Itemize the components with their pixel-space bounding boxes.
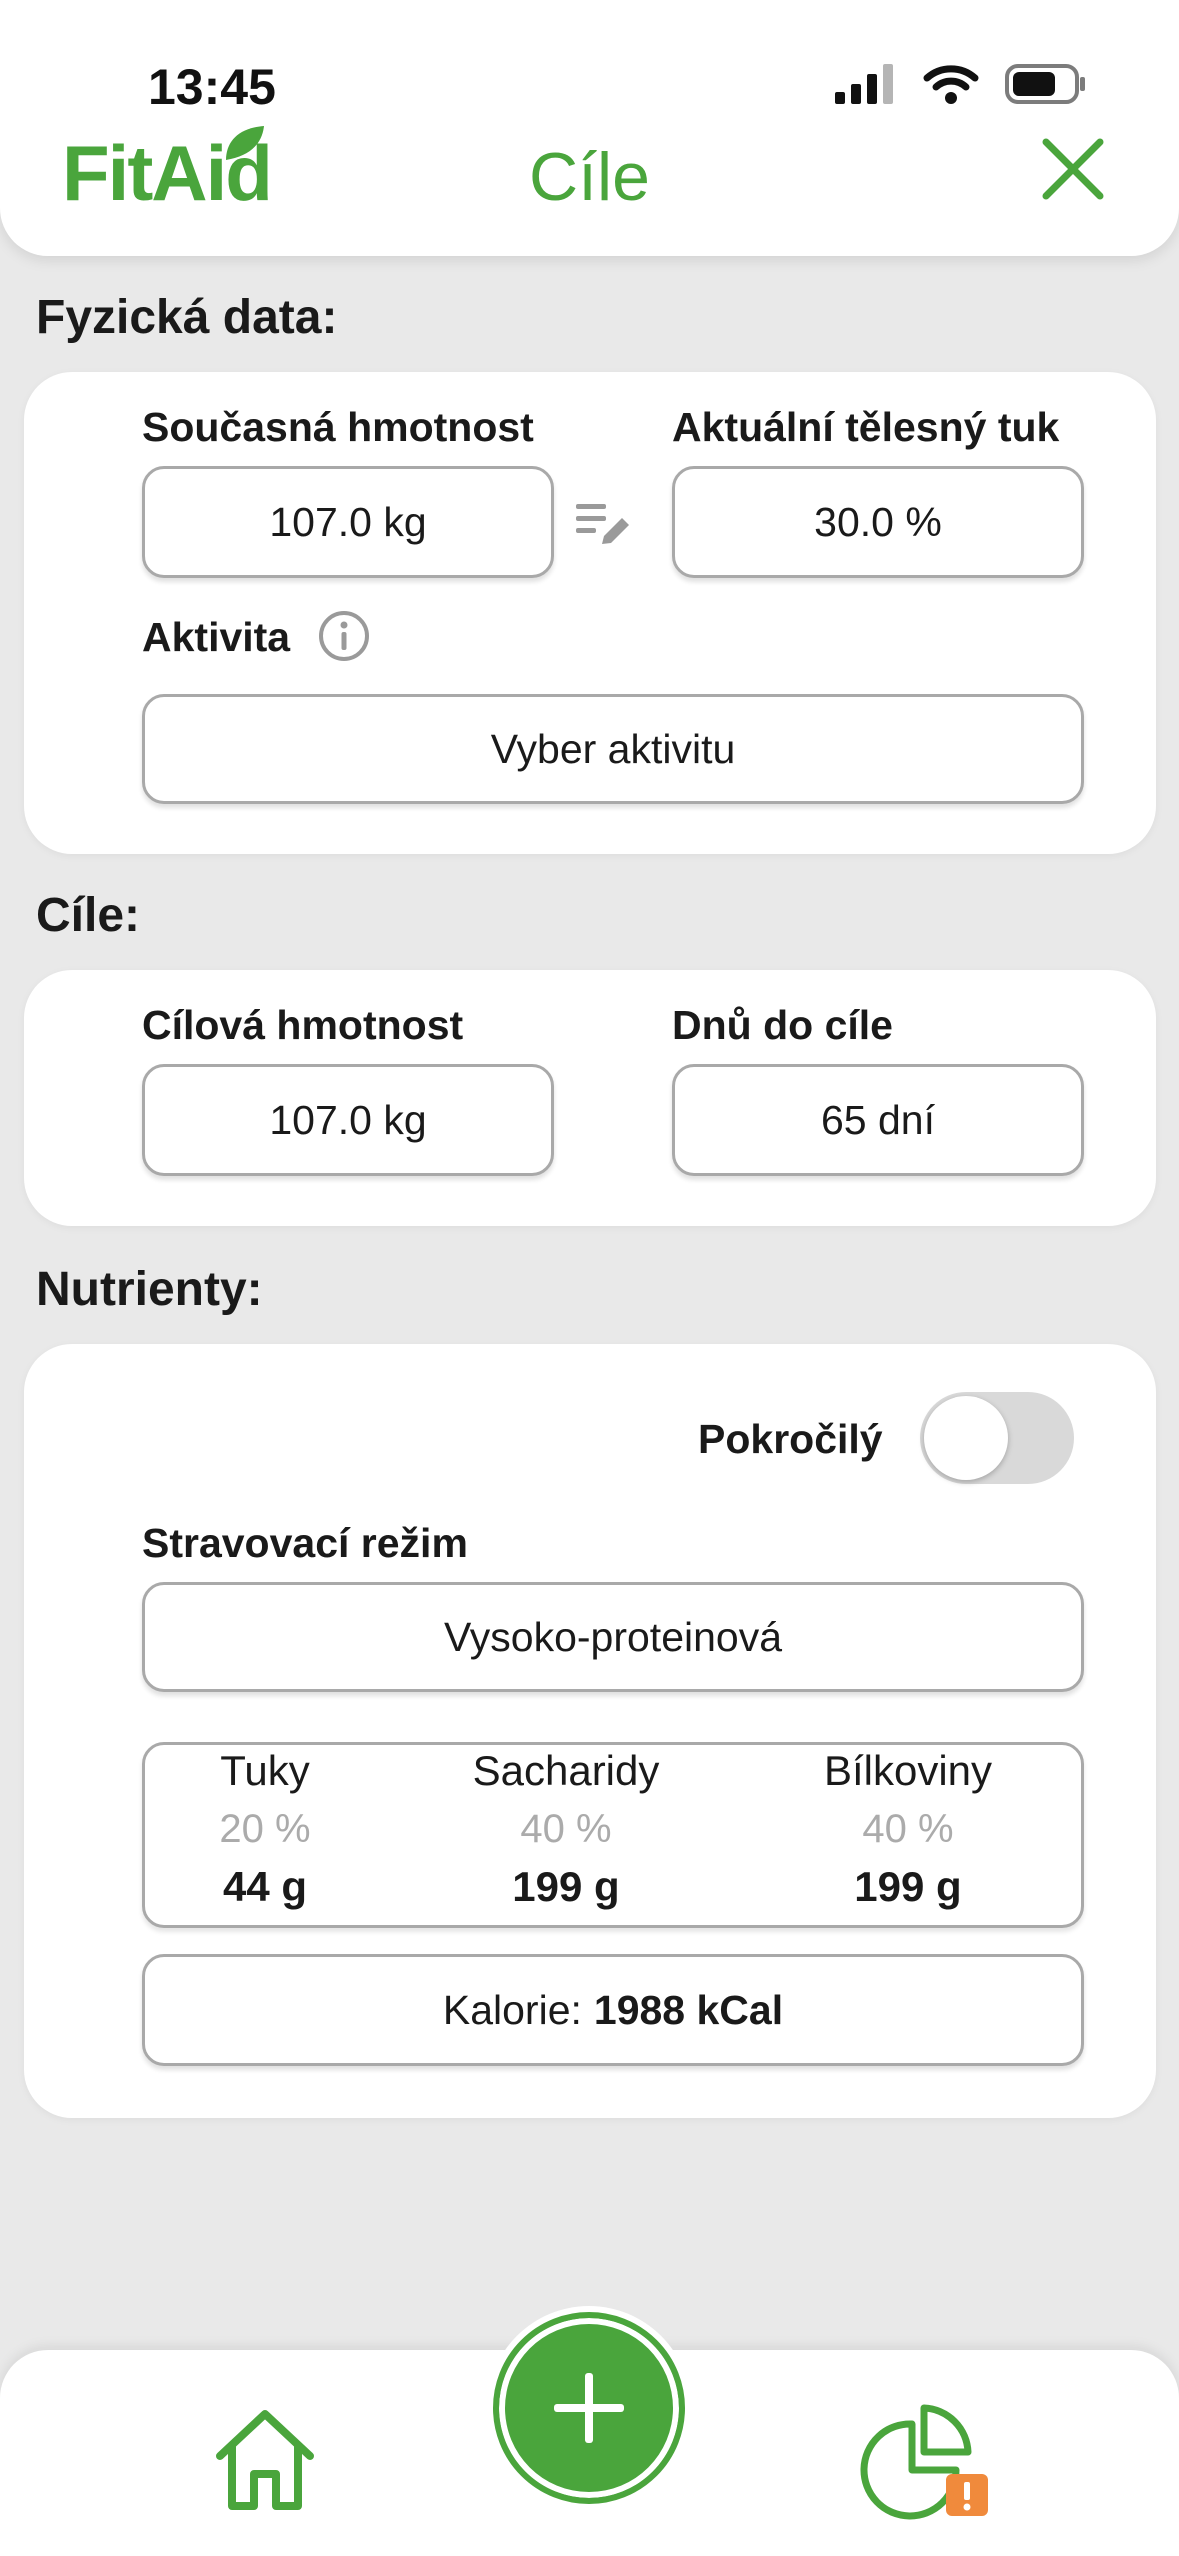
macro-percent: 40 % bbox=[520, 1807, 612, 1851]
close-icon[interactable] bbox=[1040, 136, 1106, 202]
status-time: 13:45 bbox=[148, 59, 276, 115]
add-button-inner bbox=[493, 2312, 685, 2504]
battery-icon bbox=[1005, 64, 1085, 104]
macro-grams: 199 g bbox=[854, 1863, 962, 1910]
bodyfat-field[interactable]: 30.0 % bbox=[672, 466, 1084, 578]
signal-icon bbox=[835, 64, 893, 104]
target-weight-label: Cílová hmotnost bbox=[142, 1002, 464, 1048]
physical-section-title: Fyzická data: bbox=[36, 291, 338, 344]
nutrients-card: Pokročilý Stravovací režim Vysoko-protei… bbox=[24, 1344, 1156, 2118]
days-to-goal-field[interactable]: 65 dní bbox=[672, 1064, 1084, 1176]
advanced-toggle[interactable] bbox=[920, 1392, 1074, 1484]
physical-card: Současná hmotnost 107.0 kg Aktuální těle… bbox=[24, 372, 1156, 854]
toggle-knob bbox=[924, 1396, 1008, 1480]
activity-label: Aktivita bbox=[142, 614, 291, 660]
activity-select[interactable]: Vyber aktivitu bbox=[142, 694, 1084, 804]
macro-grams: 44 g bbox=[222, 1863, 308, 1910]
info-icon[interactable] bbox=[316, 608, 372, 664]
diet-label: Stravovací režim bbox=[142, 1520, 468, 1566]
calories-box: Kalorie: 1988 kCal bbox=[142, 1954, 1084, 2066]
advanced-label: Pokročilý bbox=[698, 1416, 883, 1462]
goals-card: Cílová hmotnost 107.0 kg Dnů do cíle 65 … bbox=[24, 970, 1156, 1226]
weight-label: Současná hmotnost bbox=[142, 404, 534, 450]
goals-section-title: Cíle: bbox=[36, 889, 141, 942]
diet-select[interactable]: Vysoko-proteinová bbox=[142, 1582, 1084, 1692]
plus-icon bbox=[554, 2373, 624, 2443]
macros-box: Tuky 20 % 44 g Sacharidy 40 % 199 g Bílk… bbox=[142, 1742, 1084, 1928]
macro-name: Sacharidy bbox=[472, 1747, 660, 1794]
days-to-goal-label: Dnů do cíle bbox=[672, 1002, 893, 1048]
macro-grams: 199 g bbox=[512, 1863, 620, 1910]
wifi-icon bbox=[923, 65, 979, 104]
macro-percent: 40 % bbox=[862, 1807, 954, 1851]
edit-icon[interactable] bbox=[574, 500, 634, 550]
status-icons bbox=[835, 64, 1087, 104]
bodyfat-label: Aktuální tělesný tuk bbox=[672, 404, 1060, 450]
calories-value: 1988 kCal bbox=[593, 1986, 784, 2033]
add-button[interactable] bbox=[487, 2306, 691, 2510]
top-header: 13:45 FitAid Cíle bbox=[0, 0, 1179, 256]
target-weight-field[interactable]: 107.0 kg bbox=[142, 1064, 554, 1176]
weight-field[interactable]: 107.0 kg bbox=[142, 466, 554, 578]
macro-name: Tuky bbox=[220, 1747, 310, 1794]
nutrients-section-title: Nutrienty: bbox=[36, 1263, 263, 1316]
chart-alert-icon[interactable] bbox=[858, 2400, 994, 2524]
macro-name: Bílkoviny bbox=[823, 1747, 993, 1794]
page-title: Cíle bbox=[529, 139, 650, 215]
home-icon[interactable] bbox=[210, 2406, 320, 2512]
calories-label: Kalorie: bbox=[442, 1986, 582, 2033]
macro-percent: 20 % bbox=[219, 1807, 311, 1851]
